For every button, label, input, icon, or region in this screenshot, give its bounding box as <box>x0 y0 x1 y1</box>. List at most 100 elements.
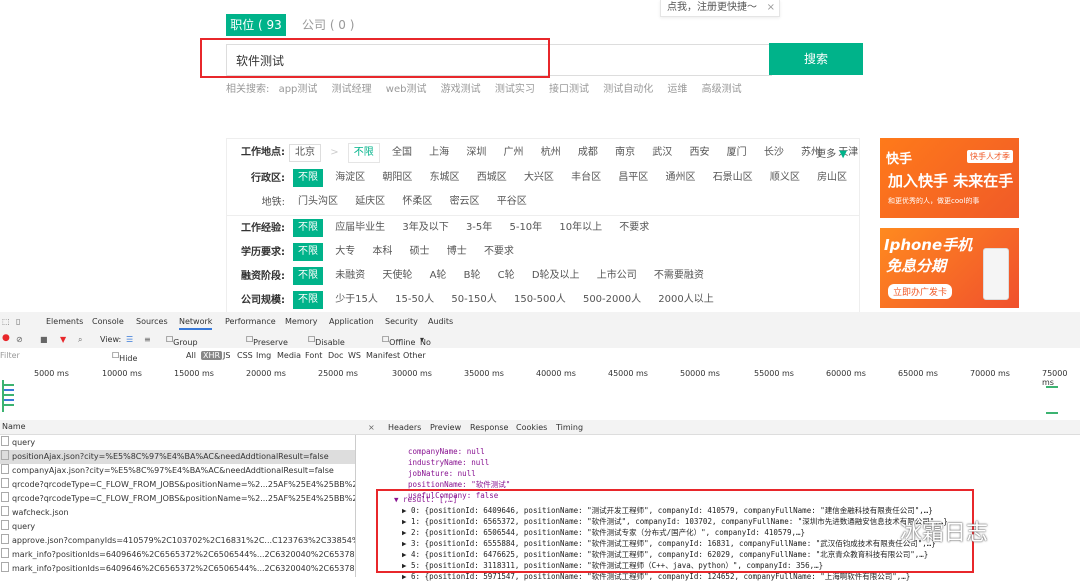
filter-option[interactable]: 大专 <box>330 243 360 261</box>
filter-option[interactable]: 房山区 <box>812 169 852 187</box>
filter-option[interactable]: 2000人以上 <box>653 291 718 309</box>
related-item[interactable]: 接口测试 <box>549 84 589 95</box>
filter-option[interactable]: 武汉 <box>647 144 677 162</box>
device-icon[interactable]: ▯ <box>16 317 20 326</box>
filter-option[interactable]: A轮 <box>425 267 452 285</box>
request-row[interactable]: query <box>0 436 355 450</box>
type-xhr[interactable]: XHR <box>201 351 223 360</box>
camera-icon[interactable]: ■ <box>40 335 48 344</box>
related-item[interactable]: 游戏测试 <box>441 84 481 95</box>
filter-option[interactable]: 长沙 <box>759 144 789 162</box>
filter-option[interactable]: 海淀区 <box>330 169 370 187</box>
list-view-icon[interactable]: ☰ <box>126 335 133 344</box>
kuaishou-ad[interactable]: 快手 快手人才季 加入快手 未来在手 和更优秀的人，做更cool的事 <box>880 138 1019 218</box>
filter-option[interactable]: 西城区 <box>472 169 512 187</box>
filter-option[interactable]: 成都 <box>573 144 603 162</box>
type-doc[interactable]: Doc <box>328 351 343 360</box>
type-all[interactable]: All <box>186 351 196 360</box>
filter-option[interactable]: 延庆区 <box>350 193 390 211</box>
hide-data-urls-checkbox[interactable]: ☐ Hide data URLs <box>112 351 139 381</box>
network-timeline[interactable]: 5000 ms 10000 ms 15000 ms 20000 ms 25000… <box>0 364 1080 421</box>
inspect-icon[interactable]: ⬚ <box>2 317 10 326</box>
tab-security[interactable]: Security <box>385 317 418 326</box>
type-ws[interactable]: WS <box>348 351 361 360</box>
filter-option[interactable]: 本科 <box>367 243 397 261</box>
waterfall-icon[interactable]: ≡ <box>144 335 151 344</box>
request-row[interactable]: wafcheck.json <box>0 506 355 520</box>
filter-option[interactable]: 15-50人 <box>390 291 439 309</box>
filter-option[interactable]: 通州区 <box>661 169 701 187</box>
tab-elements[interactable]: Elements <box>46 317 83 326</box>
filter-option[interactable]: 顺义区 <box>765 169 805 187</box>
filter-option[interactable]: 应届毕业生 <box>330 219 390 237</box>
filter-option[interactable]: 500-2000人 <box>578 291 646 309</box>
filter-option[interactable]: 10年以上 <box>554 219 607 237</box>
offline-checkbox[interactable]: ☐ Offline <box>382 335 415 347</box>
filter-option[interactable]: 3年及以下 <box>397 219 453 237</box>
type-other[interactable]: Other <box>403 351 426 360</box>
tab-companies[interactable]: 公司 ( 0 ) <box>302 14 354 36</box>
clear-icon[interactable]: ⊘ <box>16 335 23 344</box>
request-row[interactable]: qrcode?qrcodeType=C_FLOW_FROM_JOBS&posit… <box>0 478 355 492</box>
filter-option[interactable]: 平谷区 <box>492 193 532 211</box>
filter-option[interactable]: 昌平区 <box>613 169 653 187</box>
filter-option[interactable]: 3-5年 <box>461 219 497 237</box>
filter-option[interactable]: D轮及以上 <box>527 267 585 285</box>
tab-memory[interactable]: Memory <box>285 317 318 326</box>
filter-option[interactable]: 博士 <box>442 243 472 261</box>
tab-response[interactable]: Response <box>470 423 508 432</box>
filter-option[interactable]: 厦门 <box>722 144 752 162</box>
search-button[interactable]: 搜索 <box>769 43 863 75</box>
filter-option-selected[interactable]: 不限 <box>293 219 323 237</box>
filter-icon[interactable]: ▼ <box>60 335 66 344</box>
request-row[interactable]: qrcode?qrcodeType=C_FLOW_FROM_JOBS&posit… <box>0 492 355 506</box>
name-column-header[interactable]: Name <box>0 420 357 435</box>
related-item[interactable]: 高级测试 <box>702 84 742 95</box>
filter-option-selected[interactable]: 不限 <box>293 267 323 285</box>
filter-option[interactable]: 广州 <box>499 144 529 162</box>
tab-timing[interactable]: Timing <box>556 423 583 432</box>
request-row[interactable]: approve.json?companyIds=410579%2C103702%… <box>0 534 355 548</box>
related-item[interactable]: 运维 <box>667 84 687 95</box>
filter-option[interactable]: 怀柔区 <box>397 193 437 211</box>
search-icon[interactable]: ⌕ <box>78 335 82 345</box>
request-row[interactable]: mark_info?positionIds=6409646%2C6565372%… <box>0 562 355 576</box>
related-item[interactable]: 测试实习 <box>495 84 535 95</box>
tab-preview[interactable]: Preview <box>430 423 461 432</box>
filter-option[interactable]: 不要求 <box>479 243 519 261</box>
filter-option[interactable]: 5-10年 <box>504 219 547 237</box>
tab-sources[interactable]: Sources <box>136 317 168 326</box>
register-tip[interactable]: 点我，注册更快捷～ × <box>660 0 780 17</box>
filter-option-selected[interactable]: 不限 <box>293 243 323 261</box>
city-current[interactable]: 北京 <box>289 144 321 162</box>
iphone-installment-ad[interactable]: Iphone手机 免息分期 立即办广发卡 <box>880 228 1019 308</box>
filter-option[interactable]: 西安 <box>684 144 714 162</box>
filter-option[interactable]: 朝阳区 <box>377 169 417 187</box>
close-icon[interactable]: × <box>767 0 775 15</box>
type-img[interactable]: Img <box>256 351 271 360</box>
request-row[interactable]: query <box>0 520 355 534</box>
type-media[interactable]: Media <box>277 351 301 360</box>
tab-network[interactable]: Network <box>179 317 213 330</box>
tab-cookies[interactable]: Cookies <box>516 423 547 432</box>
related-item[interactable]: app测试 <box>279 84 318 95</box>
filter-option[interactable]: 南京 <box>610 144 640 162</box>
tab-headers[interactable]: Headers <box>388 423 421 432</box>
filter-option[interactable]: 150-500人 <box>509 291 571 309</box>
filter-input[interactable]: Filter <box>0 351 20 360</box>
filter-option[interactable]: 东城区 <box>425 169 465 187</box>
request-row[interactable]: mark_info?positionIds=6409646%2C6565372%… <box>0 548 355 562</box>
group-by-frame-checkbox[interactable]: ☐ Group by frame <box>166 335 198 365</box>
filter-option[interactable]: B轮 <box>459 267 486 285</box>
tab-console[interactable]: Console <box>92 317 124 326</box>
filter-option[interactable]: 50-150人 <box>446 291 501 309</box>
more-cities-button[interactable]: 更多 ▼ <box>816 145 847 160</box>
tab-audits[interactable]: Audits <box>428 317 453 326</box>
filter-option[interactable]: 深圳 <box>461 144 491 162</box>
type-manifest[interactable]: Manifest <box>366 351 400 360</box>
filter-option[interactable]: 硕士 <box>405 243 435 261</box>
related-item[interactable]: 测试经理 <box>332 84 372 95</box>
filter-option[interactable]: 上海 <box>424 144 454 162</box>
tab-performance[interactable]: Performance <box>225 317 276 326</box>
disable-cache-checkbox[interactable]: ☐ Disable cache <box>308 335 345 356</box>
